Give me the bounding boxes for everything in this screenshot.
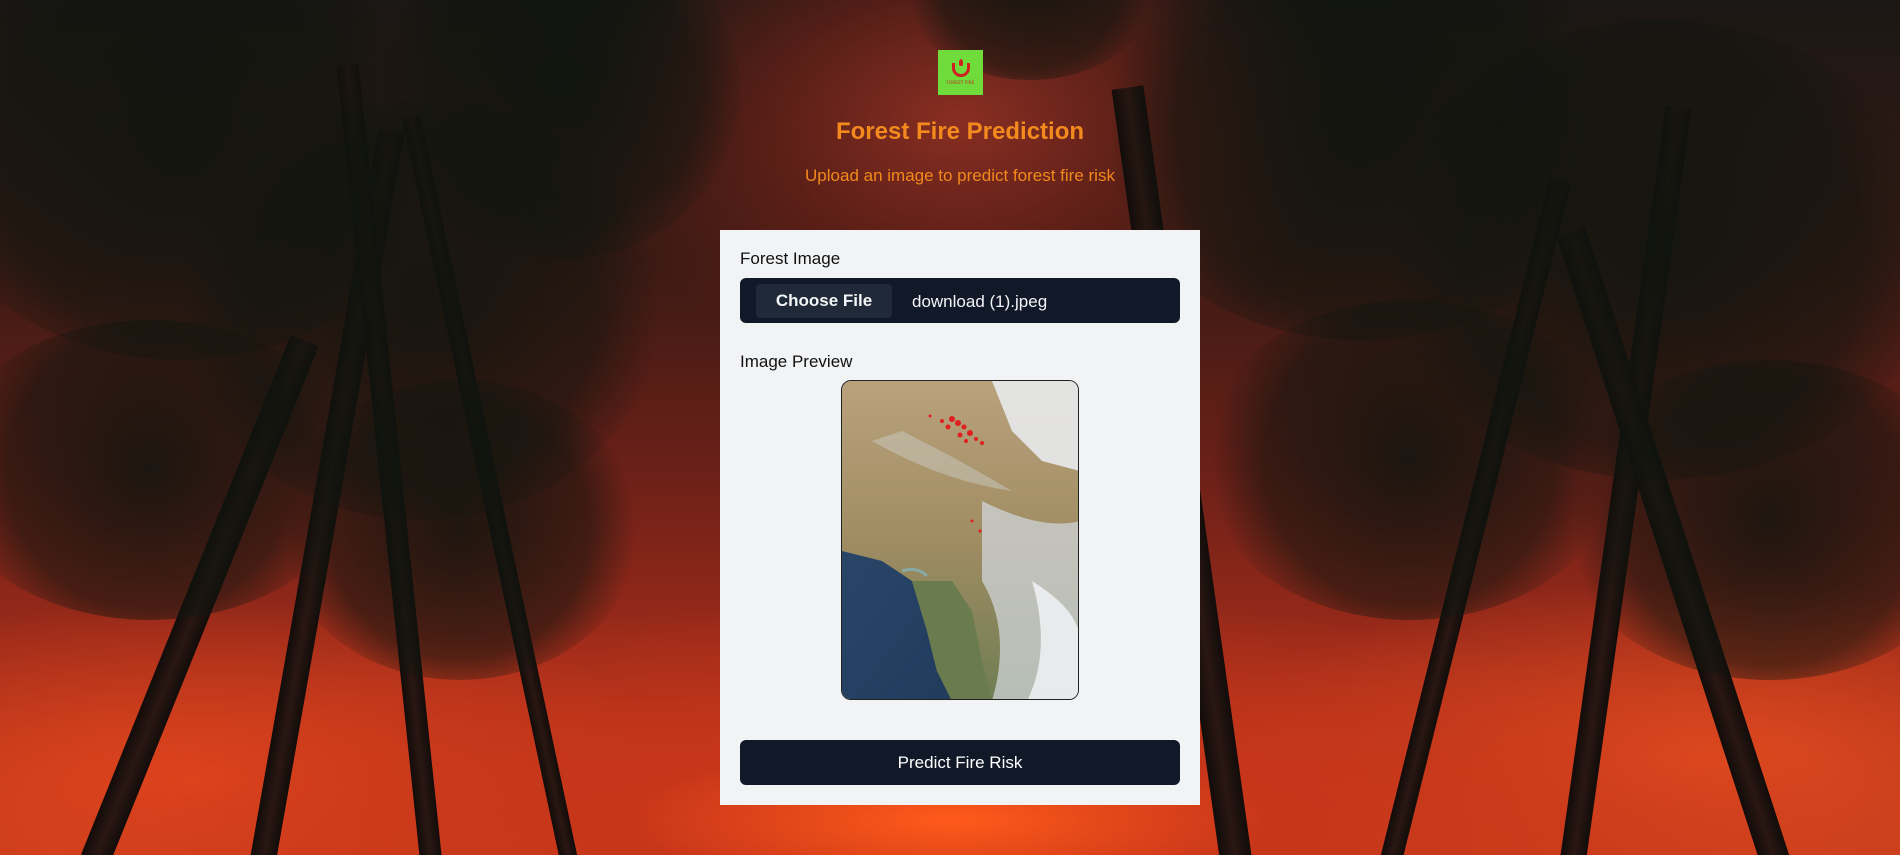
selected-file-name: download (1).jpeg	[912, 292, 1048, 311]
choose-file-button[interactable]: Choose File	[756, 284, 892, 318]
file-input[interactable]: Choose File download (1).jpeg	[740, 278, 1180, 323]
logo-text: FOREST FIRE	[946, 79, 975, 85]
image-preview-label: Image Preview	[740, 352, 853, 371]
satellite-preview-image	[842, 381, 1078, 699]
page-subtitle: Upload an image to predict forest fire r…	[805, 166, 1115, 185]
forest-image-label: Forest Image	[740, 249, 841, 268]
upload-card: Forest Image Choose File download (1).jp…	[720, 230, 1200, 805]
predict-fire-risk-button[interactable]: Predict Fire Risk	[740, 740, 1180, 785]
page: FOREST FIRE Forest Fire Prediction Uploa…	[0, 0, 1900, 855]
fire-logo-icon: FOREST FIRE	[938, 50, 983, 95]
image-preview	[841, 380, 1079, 700]
page-title: Forest Fire Prediction	[835, 118, 1085, 145]
